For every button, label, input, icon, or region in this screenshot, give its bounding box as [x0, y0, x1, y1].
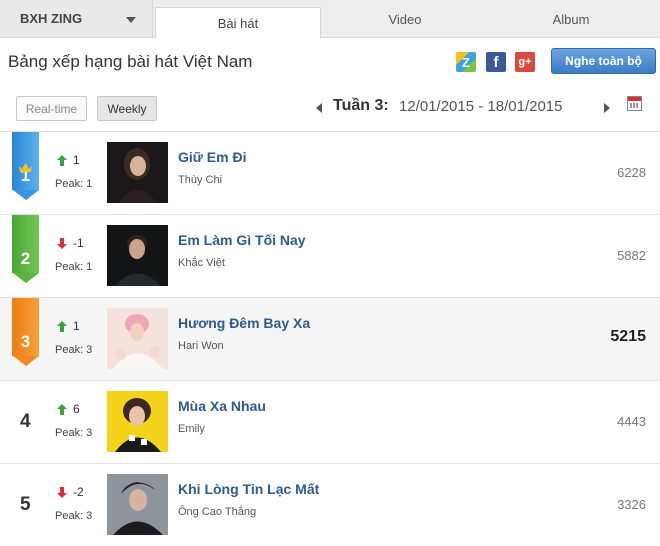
- rank-change: 1: [57, 319, 80, 333]
- song-thumbnail[interactable]: [107, 142, 168, 203]
- rank-change: -1: [57, 236, 84, 250]
- facebook-icon[interactable]: f: [486, 52, 506, 72]
- chart-row: 1 1 Peak: 1 Giữ Em Đi Thùy Chi 6228: [0, 131, 660, 214]
- rank-change-value: -2: [73, 485, 84, 499]
- calendar-icon[interactable]: [627, 96, 642, 111]
- arrow-down-icon: [57, 237, 67, 249]
- song-title[interactable]: Mùa Xa Nhau: [178, 398, 266, 414]
- previous-week-icon[interactable]: [316, 103, 322, 113]
- week-date-range: 12/01/2015 - 18/01/2015: [399, 98, 563, 115]
- chart-row: 4 6 Peak: 3 Mùa Xa Nhau Emily 4443: [0, 380, 660, 463]
- song-title[interactable]: Giữ Em Đi: [178, 149, 246, 165]
- song-thumbnail[interactable]: [107, 391, 168, 452]
- rank-change-value: 1: [73, 153, 80, 167]
- view-count: 6228: [617, 165, 646, 180]
- song-title[interactable]: Khi Lòng Tin Lạc Mất: [178, 481, 319, 497]
- artist-name[interactable]: Ông Cao Thắng: [178, 506, 256, 518]
- arrow-up-icon: [57, 154, 67, 166]
- rank-change-value: 1: [73, 319, 80, 333]
- chevron-down-icon[interactable]: [126, 17, 136, 23]
- peak-position: Peak: 1: [55, 261, 93, 273]
- chart-row: 5 -2 Peak: 3 Khi Lòng Tin Lạc Mất Ông Ca…: [0, 463, 660, 546]
- tab-video[interactable]: Video: [322, 0, 488, 38]
- artist-name[interactable]: Emily: [178, 423, 205, 435]
- tab-songs[interactable]: Bài hát: [155, 7, 321, 39]
- song-thumbnail[interactable]: [107, 474, 168, 535]
- rank-number: 2: [12, 215, 39, 273]
- artist-name[interactable]: Hari Won: [178, 340, 224, 352]
- rank-number: 4: [20, 411, 31, 432]
- view-count: 3326: [617, 497, 646, 512]
- weekly-filter-button[interactable]: Weekly: [97, 96, 157, 121]
- google-plus-icon[interactable]: g+: [515, 52, 535, 72]
- top-tab-bar: BXH ZING Bài hát Video Album: [0, 0, 660, 39]
- chart-section-label: BXH ZING: [20, 11, 83, 26]
- arrow-up-icon: [57, 320, 67, 332]
- chart-row: 2 -1 Peak: 1 Em Làm Gì Tối Nay Khắc Việt…: [0, 214, 660, 297]
- week-label: Tuần 3:: [333, 97, 389, 114]
- rank-number: 5: [20, 494, 31, 515]
- rank-change-value: 6: [73, 402, 80, 416]
- artist-name[interactable]: Thùy Chi: [178, 174, 222, 186]
- realtime-filter-button[interactable]: Real-time: [16, 96, 87, 121]
- chart-row: 3 1 Peak: 3 Hương Đêm Bay Xa Hari Won 52…: [0, 297, 660, 380]
- song-thumbnail[interactable]: [107, 225, 168, 286]
- rank-badge: 3: [12, 298, 39, 368]
- peak-position: Peak: 3: [55, 344, 93, 356]
- view-count: 4443: [617, 414, 646, 429]
- song-thumbnail[interactable]: [107, 308, 168, 369]
- peak-position: Peak: 3: [55, 510, 93, 522]
- rank-number: 1: [12, 132, 39, 190]
- arrow-down-icon: [57, 486, 67, 498]
- song-title[interactable]: Hương Đêm Bay Xa: [178, 315, 310, 331]
- peak-position: Peak: 3: [55, 427, 93, 439]
- rank-number: 3: [12, 298, 39, 356]
- tab-album[interactable]: Album: [488, 0, 654, 38]
- next-week-icon[interactable]: [604, 103, 610, 113]
- view-count: 5215: [610, 328, 646, 345]
- rank-change: 6: [57, 402, 80, 416]
- peak-position: Peak: 1: [55, 178, 93, 190]
- zing-icon[interactable]: Z: [456, 52, 476, 72]
- chart-section-dropdown[interactable]: BXH ZING: [0, 0, 153, 37]
- artist-name[interactable]: Khắc Việt: [178, 257, 225, 269]
- rank-badge: 2: [12, 215, 39, 285]
- view-count: 5882: [617, 248, 646, 263]
- play-all-button[interactable]: Nghe toàn bộ: [551, 48, 656, 74]
- page-title: Bảng xếp hạng bài hát Việt Nam: [8, 52, 253, 71]
- rank-change: -2: [57, 485, 84, 499]
- crown-icon: [19, 163, 32, 172]
- rank-change: 1: [57, 153, 80, 167]
- arrow-up-icon: [57, 403, 67, 415]
- song-title[interactable]: Em Làm Gì Tối Nay: [178, 232, 306, 248]
- rank-change-value: -1: [73, 236, 84, 250]
